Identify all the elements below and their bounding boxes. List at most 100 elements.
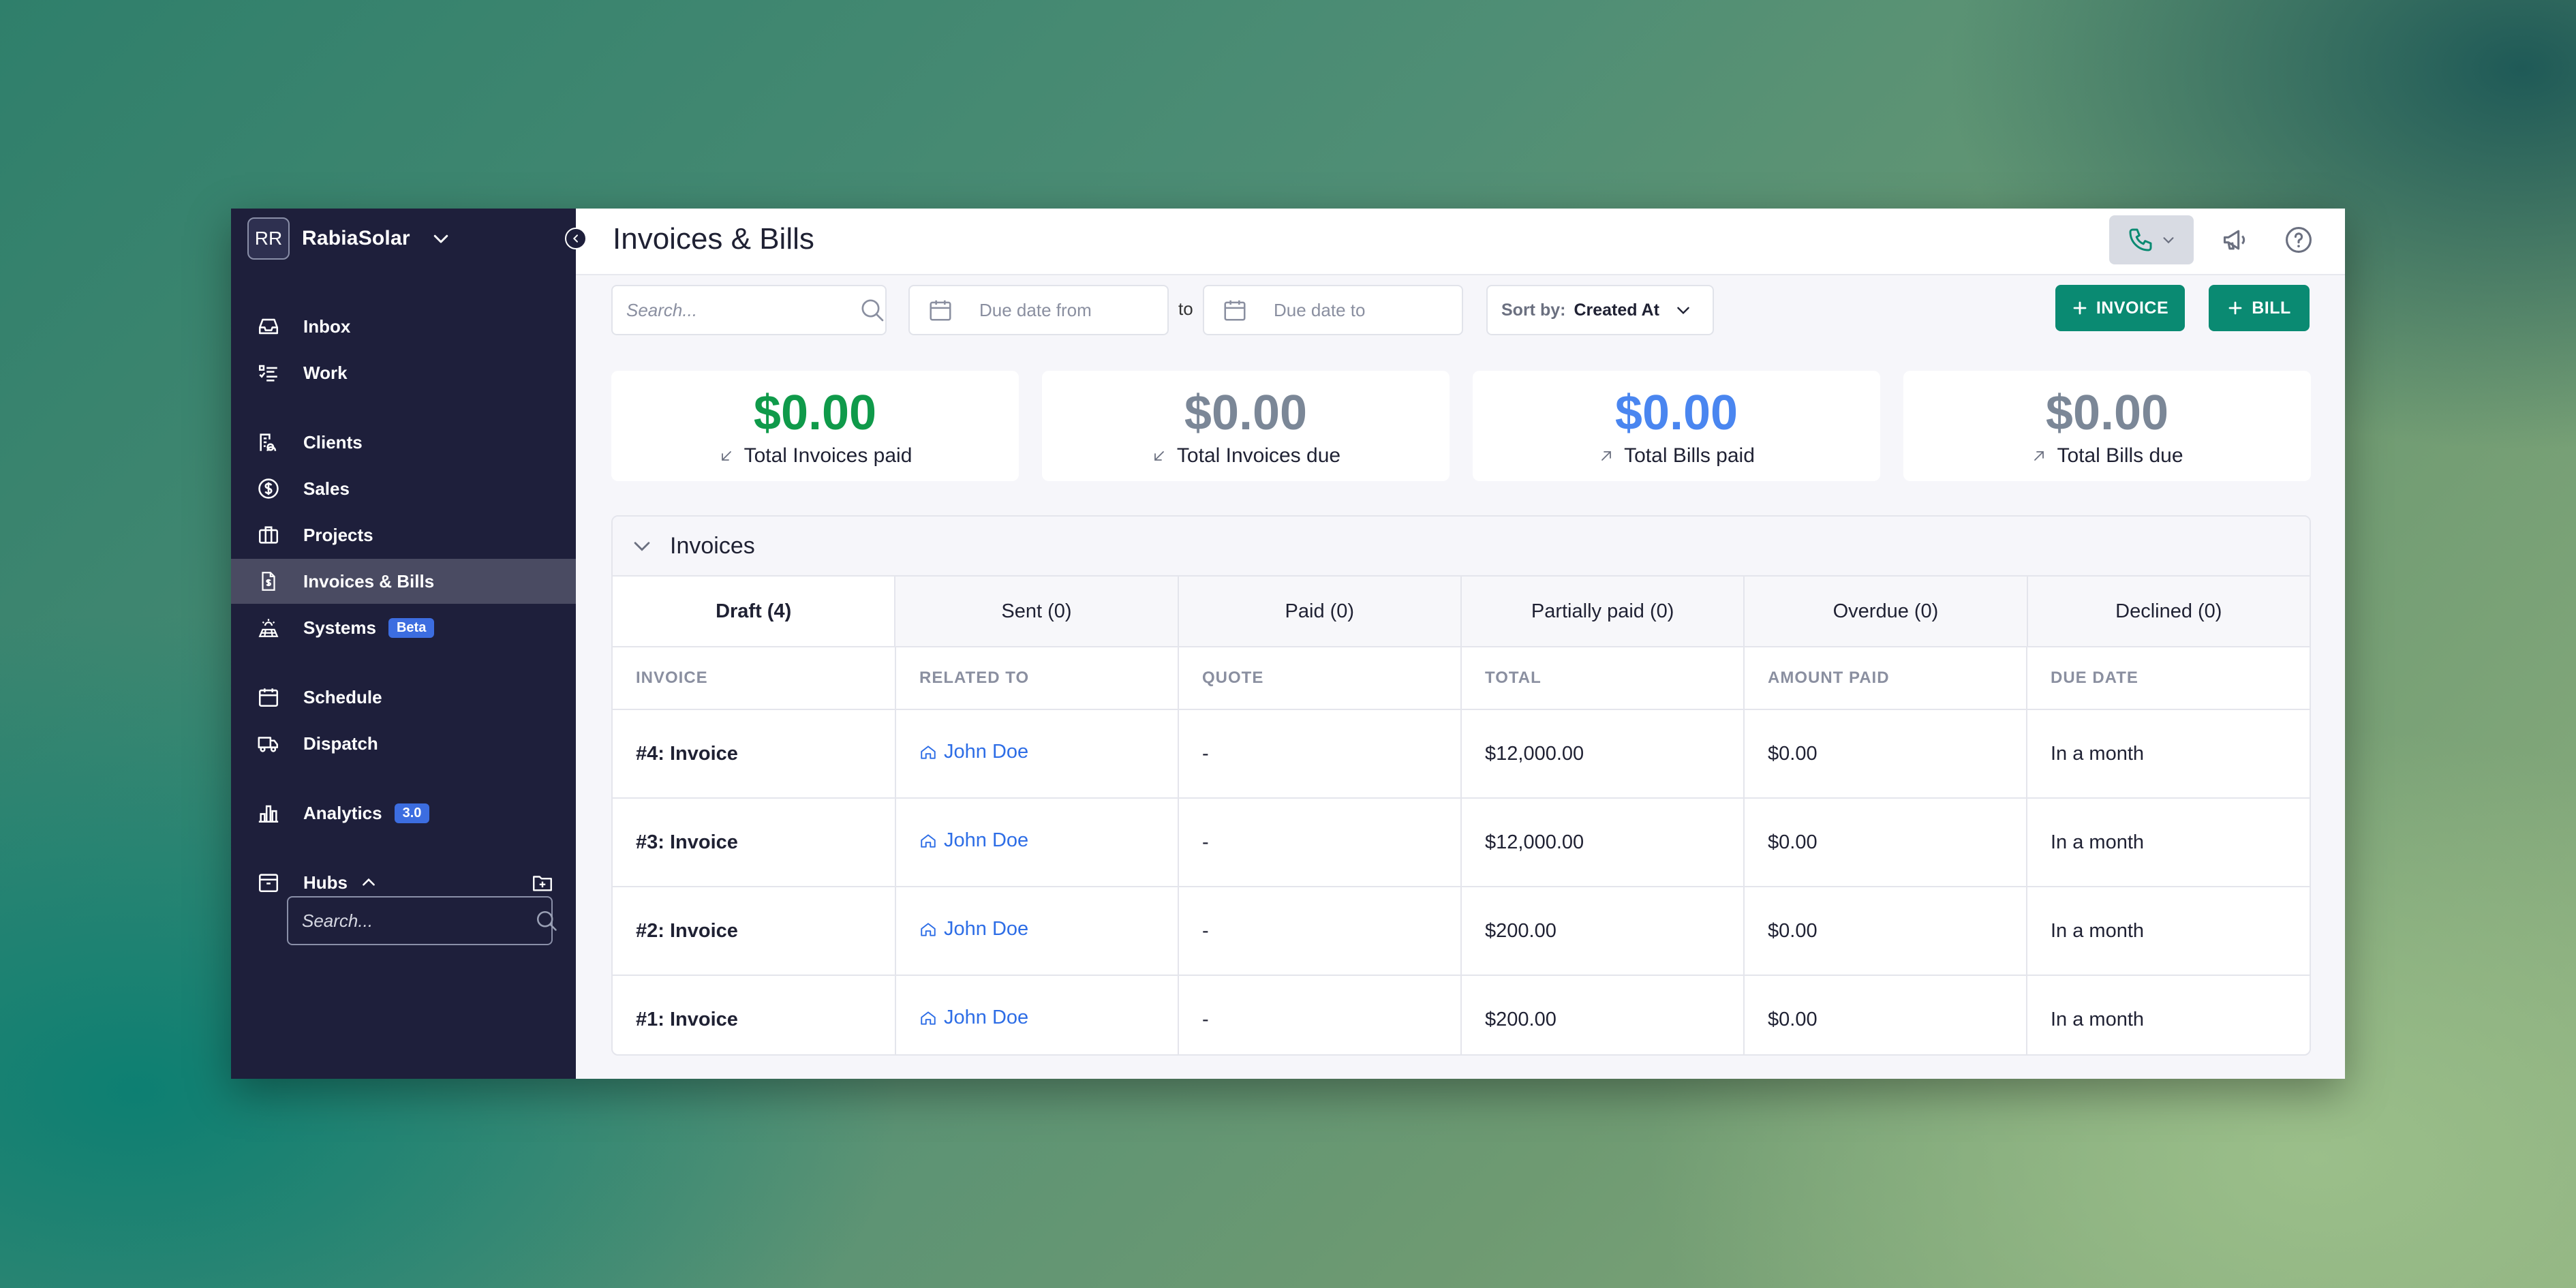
client-link[interactable]: John Doe [919, 829, 1028, 852]
tab-partially-paid[interactable]: Partially paid (0) [1461, 577, 1745, 646]
column-header-related-to[interactable]: RELATED TO [895, 647, 1179, 710]
due-date-to-field[interactable] [1203, 285, 1463, 335]
main-content: Invoices & Bills to [576, 209, 2345, 1079]
quote-cell: - [1178, 709, 1462, 799]
table-row[interactable]: #3: Invoice John Doe - $12,000.00 $0.00 … [613, 798, 2310, 887]
sidebar-item-inbox[interactable]: Inbox [231, 304, 576, 349]
add-bill-button[interactable]: BILL [2209, 285, 2310, 331]
table-row[interactable]: #4: Invoice John Doe - $12,000.00 $0.00 … [613, 709, 2310, 799]
quote-cell: - [1178, 975, 1462, 1054]
panel-title: Invoices [670, 532, 755, 559]
total-cell: $12,000.00 [1461, 709, 1745, 799]
stat-card-bills-due: $0.00 Total Bills due [1903, 371, 2311, 481]
stat-card-bills-paid: $0.00 Total Bills paid [1473, 371, 1880, 481]
sidebar-item-invoices-bills[interactable]: Invoices & Bills [231, 559, 576, 604]
sidebar-label: Projects [303, 524, 373, 545]
client-link[interactable]: John Doe [919, 1007, 1028, 1029]
stat-label: Total Invoices paid [743, 444, 913, 467]
add-folder-icon[interactable] [530, 870, 555, 895]
chevron-up-icon[interactable] [360, 874, 378, 891]
related-cell: John Doe [895, 709, 1179, 799]
sidebar-item-clients[interactable]: Clients [231, 420, 576, 465]
stat-label: Total Invoices due [1176, 444, 1341, 467]
chevron-down-icon[interactable] [429, 227, 453, 250]
invoice-search-box [611, 285, 887, 335]
due-date-to-input[interactable] [1272, 298, 1439, 322]
tab-paid[interactable]: Paid (0) [1178, 577, 1462, 646]
client-link[interactable]: John Doe [919, 918, 1028, 940]
dollar-icon [256, 476, 281, 502]
client-name: John Doe [944, 1007, 1029, 1029]
table-row[interactable]: #2: Invoice John Doe - $200.00 $0.00 In … [613, 887, 2310, 976]
search-icon[interactable] [859, 296, 886, 324]
sidebar-label: Sales [303, 478, 350, 499]
due-date-from-input[interactable] [978, 298, 1144, 322]
column-header-total[interactable]: TOTAL [1461, 647, 1745, 710]
help-icon[interactable] [2280, 221, 2318, 259]
invoice-name[interactable]: #3: Invoice [613, 798, 896, 887]
sort-value: Created At [1574, 300, 1659, 320]
chevron-down-icon [1677, 307, 1689, 315]
add-invoice-button[interactable]: INVOICE [2055, 285, 2185, 331]
sidebar-item-schedule[interactable]: Schedule [231, 675, 576, 720]
phone-icon [2129, 228, 2152, 251]
invoice-search-input[interactable] [625, 298, 859, 322]
solar-panel-icon [256, 615, 281, 641]
column-header-due-date[interactable]: DUE DATE [2027, 647, 2310, 710]
invoice-name[interactable]: #4: Invoice [613, 709, 896, 799]
sort-select[interactable]: Sort by: Created At [1486, 285, 1714, 335]
chevron-down-icon[interactable] [630, 534, 654, 557]
inbox-icon [256, 313, 281, 339]
date-range-separator: to [1178, 298, 1193, 319]
calendar-icon [930, 300, 951, 321]
stat-value: $0.00 [1614, 386, 1738, 440]
sidebar-item-systems[interactable]: Systems Beta [231, 605, 576, 650]
truck-icon [256, 731, 281, 756]
stat-label: Total Bills paid [1624, 444, 1755, 467]
arrow-down-left-icon [1154, 451, 1164, 461]
column-header-invoice[interactable]: INVOICE [613, 647, 896, 710]
sidebar-item-work[interactable]: Work [231, 350, 576, 395]
sidebar-label: Systems [303, 617, 376, 638]
sidebar-item-dispatch[interactable]: Dispatch [231, 721, 576, 766]
client-name: John Doe [944, 741, 1029, 763]
invoice-name[interactable]: #1: Invoice [613, 975, 896, 1054]
hubs-search-input[interactable] [301, 909, 534, 932]
sidebar-item-projects[interactable]: Projects [231, 512, 576, 557]
add-bill-label: BILL [2252, 298, 2291, 318]
table-row[interactable]: #1: Invoice John Doe - $200.00 $0.00 In … [613, 975, 2310, 1054]
home-icon [921, 834, 936, 848]
amount-paid-cell: $0.00 [1744, 887, 2027, 976]
column-header-amount-paid[interactable]: AMOUNT PAID [1744, 647, 2027, 710]
invoice-name[interactable]: #2: Invoice [613, 887, 896, 976]
due-date-from-field[interactable] [908, 285, 1169, 335]
chevron-left-icon [572, 234, 578, 243]
sidebar-item-sales[interactable]: Sales [231, 466, 576, 511]
stat-label: Total Bills due [2057, 444, 2183, 467]
megaphone-icon[interactable] [2217, 221, 2255, 259]
calendar-icon [1224, 300, 1246, 321]
tab-overdue[interactable]: Overdue (0) [1745, 577, 2028, 646]
search-icon[interactable] [534, 908, 559, 933]
tab-sent[interactable]: Sent (0) [895, 577, 1179, 646]
amount-paid-cell: $0.00 [1744, 975, 2027, 1054]
collapse-sidebar-button[interactable] [565, 228, 587, 249]
arrow-down-left-icon [721, 451, 731, 461]
total-cell: $12,000.00 [1461, 798, 1745, 887]
client-link[interactable]: John Doe [919, 741, 1028, 763]
tab-declined[interactable]: Declined (0) [2027, 577, 2310, 646]
invoices-panel-header[interactable]: Invoices [613, 517, 2310, 577]
workspace-switcher[interactable]: RR RabiaSolar [247, 217, 453, 260]
stat-card-invoices-due: $0.00 Total Invoices due [1042, 371, 1450, 481]
column-header-quote[interactable]: QUOTE [1178, 647, 1462, 710]
sort-label: Sort by: [1501, 300, 1566, 320]
invoice-icon [256, 568, 281, 594]
sidebar-item-analytics[interactable]: Analytics 3.0 [231, 791, 576, 835]
stat-card-invoices-paid: $0.00 Total Invoices paid [611, 371, 1019, 481]
related-cell: John Doe [895, 798, 1179, 887]
sidebar-label: Schedule [303, 686, 382, 707]
tab-draft[interactable]: Draft (4) [613, 577, 896, 646]
phone-menu-button[interactable] [2109, 215, 2194, 264]
briefcase-icon [256, 522, 281, 548]
total-cell: $200.00 [1461, 887, 1745, 976]
